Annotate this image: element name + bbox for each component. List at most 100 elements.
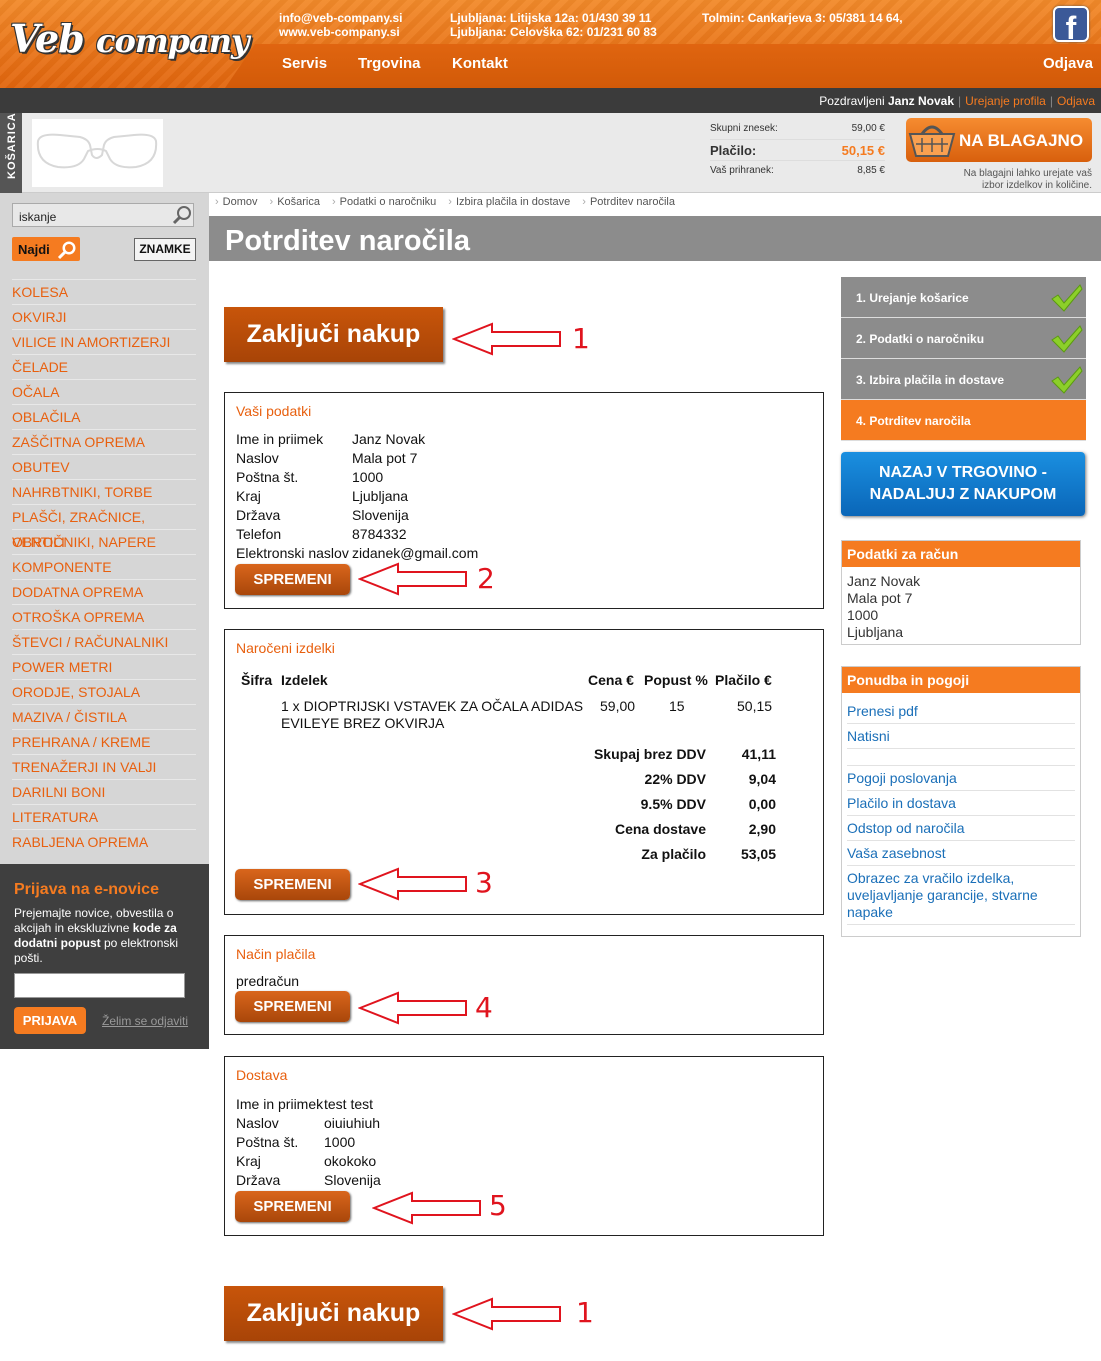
delivery-box: Dostava Ime in priimek test test Naslov oiu… <box>224 1056 824 1236</box>
category-link[interactable]: ŠTEVCI / RAČUNALNIKI <box>12 629 196 654</box>
offer-link[interactable]: Plačilo in dostava <box>847 791 1075 816</box>
offer-link[interactable]: Odstop od naročila <box>847 816 1075 841</box>
checkout-steps: 1. Urejanje košarice 2. Podatki o naročni… <box>841 277 1086 441</box>
offer-link[interactable]: Natisni <box>847 724 1075 749</box>
header-logout[interactable]: Odjava <box>1043 55 1093 72</box>
search-input[interactable]: iskanje <box>12 203 194 227</box>
checkout-step-1[interactable]: 1. Urejanje košarice <box>841 277 1086 318</box>
detail-row: Telefon 8784332 <box>236 525 478 544</box>
sum-value: 9,04 <box>748 771 776 787</box>
category-link[interactable]: DARILNI BONI <box>12 779 196 804</box>
category-link[interactable]: LITERATURA <box>12 804 196 829</box>
page: Veb company info@veb-company.si www.veb-… <box>0 0 1101 1361</box>
logout-link[interactable]: Odjava <box>1057 94 1095 108</box>
category-link[interactable]: MAZIVA / ČISTILA <box>12 704 196 729</box>
checkout-button[interactable]: NA BLAGAJNO <box>906 118 1092 162</box>
category-link[interactable]: KOMPONENTE <box>12 554 196 579</box>
offer-link[interactable]: Obrazec za vračilo izdelka, uveljavljanj… <box>847 866 1075 925</box>
category-link[interactable]: ČELADE <box>12 354 196 379</box>
offer-link[interactable]: Pogoji poslovanja <box>847 766 1075 791</box>
detail-row: Ime in priimek Janz Novak <box>236 430 478 449</box>
category-link[interactable]: VILICE IN AMORTIZERJI <box>12 329 196 354</box>
detail-value: Slovenija <box>352 507 409 523</box>
category-link[interactable]: TRENAŽERJI IN VALJI <box>12 754 196 779</box>
newsletter-subscribe-button[interactable]: PRIJAVA <box>14 1007 86 1034</box>
offer-spacer <box>847 749 1075 766</box>
offer-link[interactable]: Vaša zasebnost <box>847 841 1075 866</box>
category-link[interactable]: OTROŠKA OPREMA <box>12 604 196 629</box>
category-link[interactable]: NAHRBTNIKI, TORBE <box>12 479 196 504</box>
category-link[interactable]: DODATNA OPREMA <box>12 579 196 604</box>
checkout-step-3[interactable]: 3. Izbira plačila in dostave <box>841 359 1086 400</box>
search-icon[interactable] <box>172 205 192 225</box>
user-bar: Pozdravljeni Janz Novak | Urejanje profila… <box>0 88 1101 113</box>
product-name[interactable]: 1 x DIOPTRIJSKI VSTAVEK ZA OČALA ADIDAS E… <box>281 698 583 732</box>
title-bar: Potrditev naročila <box>209 216 1101 261</box>
category-link[interactable]: PREHRANA / KREME <box>12 729 196 754</box>
detail-value: test test <box>324 1096 374 1112</box>
category-link[interactable]: OČALA <box>12 379 196 404</box>
back-to-shop-button[interactable]: NAZAJ V TRGOVINO - NADALJUJ Z NAKUPOM <box>841 452 1085 516</box>
user-name: Janz Novak <box>887 94 954 108</box>
breadcrumb: › Domov › Košarica › Podatki o naročniku › Izbi… <box>215 196 687 208</box>
category-link[interactable]: ZAŠČITNA OPREMA <box>12 429 196 454</box>
email-link[interactable]: info@veb-company.si <box>279 11 403 25</box>
category-link[interactable]: OBLAČILA <box>12 404 196 429</box>
breadcrumb-item[interactable]: Izbira plačila in dostave <box>456 196 570 208</box>
annotation-arrow-3 <box>358 867 467 901</box>
delivery-box-title: Dostava <box>236 1067 288 1083</box>
logo[interactable]: Veb company <box>10 16 250 61</box>
edit-profile-link[interactable]: Urejanje profila <box>965 94 1046 108</box>
category-link[interactable]: OKVIRJI <box>12 304 196 329</box>
newsletter-unsubscribe-link[interactable]: Želim se odjaviti <box>102 1014 188 1028</box>
offer-link[interactable]: Prenesi pdf <box>847 699 1075 724</box>
brands-button[interactable]: ZNAMKE <box>134 238 196 261</box>
ljubljana-store-2: Ljubljana: Celovška 62: 01/231 60 83 <box>450 25 657 39</box>
finish-order-button-top[interactable]: Zaključi nakup <box>224 307 443 362</box>
breadcrumb-item[interactable]: Košarica <box>277 196 320 208</box>
category-link[interactable]: OBUTEV <box>12 454 196 479</box>
edit-customer-button[interactable]: SPREMENI <box>235 564 350 595</box>
billing-line: Mala pot 7 <box>847 590 913 606</box>
ljubljana-store-1: Ljubljana: Litijska 12a: 01/430 39 11 <box>450 11 652 25</box>
detail-label: Država <box>236 507 281 523</box>
payment-box-title: Način plačila <box>236 946 316 962</box>
category-link[interactable]: KOLESA <box>12 279 196 304</box>
category-link[interactable]: ORODJE, STOJALA <box>12 679 196 704</box>
breadcrumb-item[interactable]: Domov <box>223 196 258 208</box>
product-discount: 15 <box>669 698 685 714</box>
detail-label: Kraj <box>236 1153 261 1169</box>
category-link[interactable]: RABLJENA OPREMA <box>12 829 196 854</box>
edit-payment-button[interactable]: SPREMENI <box>235 991 350 1022</box>
greeting: Pozdravljeni <box>819 94 885 108</box>
category-link[interactable]: OBROČNIKI, NAPERE <box>12 529 196 554</box>
search-button[interactable]: Najdi <box>12 237 80 261</box>
detail-value: okokoko <box>324 1153 377 1169</box>
facebook-icon[interactable]: f <box>1053 6 1089 46</box>
cart-bar: KOŠARICA Skupni znesek: 59,00 € Plačilo: 5… <box>0 112 1101 193</box>
newsletter-email-input[interactable] <box>14 973 185 998</box>
billing-title: Podatki za račun <box>842 541 1080 567</box>
detail-value: Janz Novak <box>352 431 426 447</box>
detail-value: Mala pot 7 <box>352 450 418 466</box>
edit-order-button[interactable]: SPREMENI <box>235 869 350 900</box>
nav-servis[interactable]: Servis <box>282 55 327 72</box>
breadcrumb-arrow-icon: › <box>448 196 452 208</box>
edit-delivery-button[interactable]: SPREMENI <box>235 1191 350 1222</box>
cart-tab[interactable]: KOŠARICA <box>0 112 22 193</box>
category-link[interactable]: PLAŠČI, ZRAČNICE, VENTILI <box>12 504 196 550</box>
annotation-arrow-2 <box>358 562 467 596</box>
nav-kontakt[interactable]: Kontakt <box>452 55 508 72</box>
sidebar: iskanje Najdi ZNAMKE KOLESA OKVIRJI VILICE… <box>0 193 209 864</box>
checkout-step-4[interactable]: 4. Potrditev naročila <box>841 400 1086 441</box>
cart-product-image[interactable] <box>32 119 163 187</box>
breadcrumb-item[interactable]: Podatki o naročniku <box>340 196 437 208</box>
col-price: Cena € <box>588 672 634 688</box>
nav-trgovina[interactable]: Trgovina <box>358 55 421 72</box>
checkout-step-2[interactable]: 2. Podatki o naročniku <box>841 318 1086 359</box>
website-link[interactable]: www.veb-company.si <box>279 25 403 39</box>
detail-row: Država Slovenija <box>236 1171 381 1190</box>
category-link[interactable]: POWER METRI <box>12 654 196 679</box>
finish-order-button-bottom[interactable]: Zaključi nakup <box>224 1286 443 1341</box>
contact-email-web: info@veb-company.si www.veb-company.si <box>279 11 403 39</box>
